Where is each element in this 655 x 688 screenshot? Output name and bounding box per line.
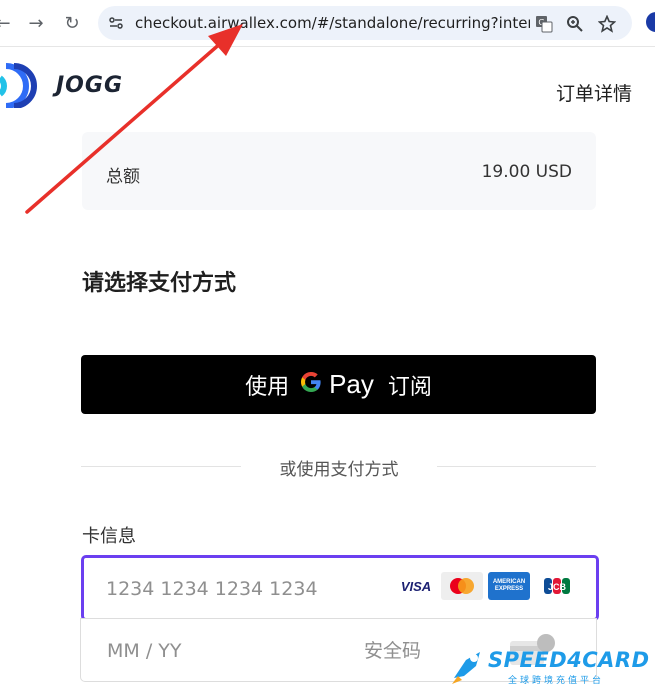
gpay-prefix-text: 使用: [245, 374, 290, 400]
browser-toolbar: ← → ↻ checkout.airwallex.com/#/standalon…: [0, 0, 655, 47]
visa-icon: VISA: [395, 572, 437, 600]
total-amount: 19.00 USD: [481, 162, 572, 182]
divider-right: [437, 466, 596, 467]
logo-text: JOGG: [56, 73, 124, 98]
divider-left: [81, 466, 241, 467]
divider-text: 或使用支付方式: [279, 460, 399, 480]
bookmark-star-icon[interactable]: [596, 13, 618, 35]
expiry-field[interactable]: [80, 618, 340, 682]
expiry-input[interactable]: [105, 636, 309, 666]
url-text[interactable]: checkout.airwallex.com/#/standalone/recu…: [135, 14, 530, 32]
address-bar[interactable]: checkout.airwallex.com/#/standalone/recu…: [98, 6, 632, 40]
jcb-icon: JCB: [536, 572, 578, 600]
profile-avatar[interactable]: [646, 12, 655, 32]
watermark-brand: SPEED4CARD: [488, 648, 650, 672]
gpay-brand-text: Pay: [329, 369, 374, 399]
total-label: 总额: [106, 167, 140, 187]
google-g-icon: [299, 370, 323, 400]
payment-method-title: 请选择支付方式: [82, 271, 237, 296]
google-pay-button[interactable]: 使用 Pay 订阅: [81, 355, 596, 414]
order-summary-panel: 总额 19.00 USD: [82, 132, 596, 210]
mastercard-icon: [441, 572, 483, 600]
card-number-input[interactable]: [104, 574, 378, 604]
reload-icon[interactable]: ↻: [57, 8, 87, 38]
amex-icon: AMERICAN EXPRESS: [488, 572, 530, 600]
gpay-suffix-text: 订阅: [387, 374, 432, 400]
watermark-sub: 全球跨境充值平台: [508, 676, 605, 686]
order-details-link[interactable]: 订单详情: [556, 79, 632, 106]
site-info-icon[interactable]: [106, 13, 126, 33]
svg-text:JCB: JCB: [548, 582, 567, 592]
zoom-icon[interactable]: [564, 13, 586, 35]
card-number-field[interactable]: VISA AMERICANEXPRESS JCB: [81, 555, 599, 621]
translate-icon[interactable]: G: [533, 13, 555, 35]
back-icon[interactable]: ←: [0, 8, 18, 38]
card-info-label: 卡信息: [82, 526, 136, 547]
forward-icon[interactable]: →: [21, 8, 51, 38]
